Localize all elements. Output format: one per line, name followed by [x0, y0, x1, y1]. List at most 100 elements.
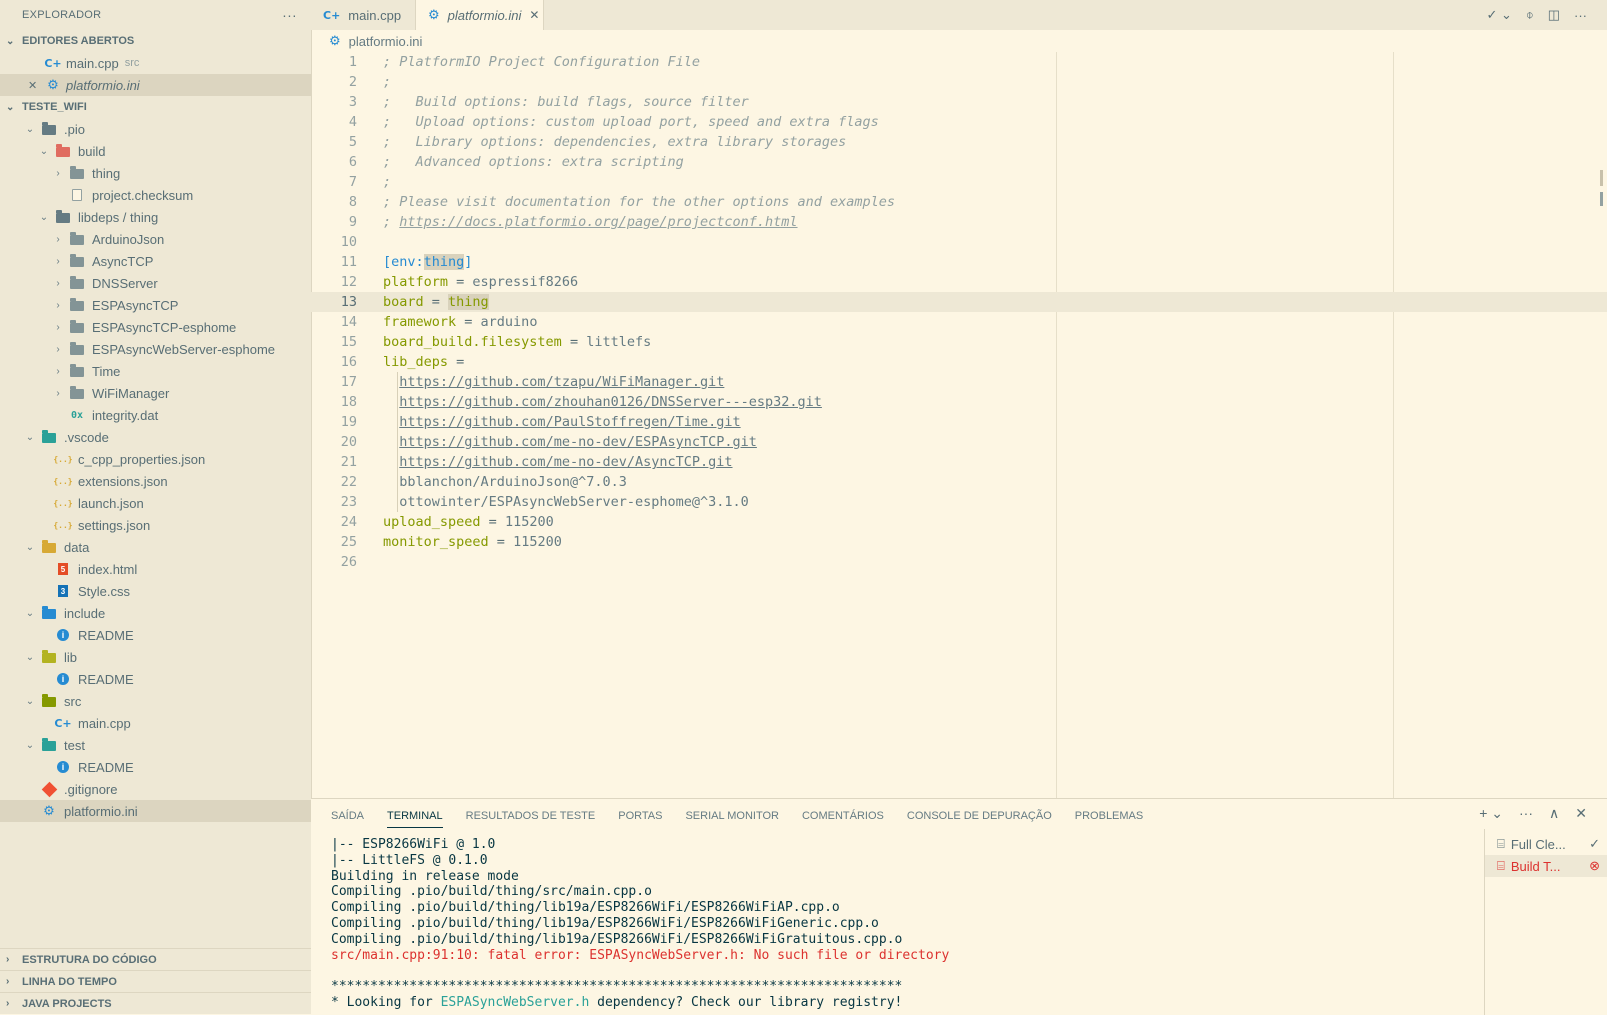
panel-tab[interactable]: PORTAS — [618, 803, 662, 827]
panel-tab[interactable]: CONSOLE DE DEPURAÇÃO — [907, 803, 1052, 827]
tree-item[interactable]: i README — [0, 756, 311, 778]
tree-item[interactable]: ⌄ data — [0, 536, 311, 558]
more-actions-icon[interactable]: ··· — [1519, 805, 1533, 822]
code-text: board_build.filesystem = littlefs — [357, 334, 651, 350]
split-editor-icon[interactable]: ◫ — [1548, 7, 1560, 23]
tree-item[interactable]: {..} c_cpp_properties.json — [0, 448, 311, 470]
terminal-link[interactable]: ESPASyncWebServer.h — [441, 995, 590, 1010]
folder-icon — [66, 298, 88, 311]
tree-item[interactable]: › ESPAsyncTCP-esphome — [0, 316, 311, 338]
close-panel-icon[interactable]: ✕ — [1575, 805, 1587, 822]
tab-platformio-ini[interactable]: ⚙ platformio.ini ✕ — [416, 0, 544, 30]
tree-item[interactable]: .gitignore — [0, 778, 311, 800]
tree-item[interactable]: ⌄ build — [0, 140, 311, 162]
tree-item[interactable]: 5 index.html — [0, 558, 311, 580]
tree-item[interactable]: › ArduinoJson — [0, 228, 311, 250]
tree-item[interactable]: 0x integrity.dat — [0, 404, 311, 426]
panel-tab[interactable]: COMENTÁRIOS — [802, 803, 884, 827]
tree-item[interactable]: › ESPAsyncTCP — [0, 294, 311, 316]
tree-item[interactable]: ⌄ libdeps / thing — [0, 206, 311, 228]
tree-item[interactable]: ⚙ platformio.ini — [0, 800, 311, 822]
terminal-item-label: Full Cle... — [1510, 836, 1566, 852]
panel-tab[interactable]: TERMINAL — [387, 803, 443, 828]
tree-item[interactable]: › ESPAsyncWebServer-esphome — [0, 338, 311, 360]
project-title: TESTE_WIFI — [22, 101, 87, 113]
tree-item[interactable]: › thing — [0, 162, 311, 184]
tree-item-label: project.checksum — [92, 187, 194, 203]
breadcrumb-file[interactable]: platformio.ini — [349, 34, 423, 49]
tree-item[interactable]: i README — [0, 624, 311, 646]
error-circle-icon: ⊗ — [1589, 858, 1600, 873]
tree-item[interactable]: ⌄ test — [0, 734, 311, 756]
tree-item[interactable]: {..} settings.json — [0, 514, 311, 536]
code-editor[interactable]: 1 ; PlatformIO Project Configuration File… — [311, 52, 1607, 798]
code-comment: ; Please visit documentation for the oth… — [383, 194, 896, 210]
tree-item[interactable]: ⌄ include — [0, 602, 311, 624]
terminal-line: Compiling .pio/build/thing/lib19a/ESP826… — [331, 915, 879, 931]
terminal-item-full-clean[interactable]: ⌸ Full Cle... ✓ — [1485, 833, 1607, 855]
tree-item-label: .vscode — [64, 429, 109, 445]
chevron-down-icon: ⌄ — [25, 651, 35, 663]
tree-item[interactable]: 3 Style.css — [0, 580, 311, 602]
outline-section[interactable]: › ESTRUTURA DO CÓDIGO — [0, 948, 311, 970]
code-text: monitor_speed = 115200 — [357, 534, 562, 550]
tree-item[interactable]: ⌄ .pio — [0, 118, 311, 140]
tree-item[interactable]: ⌄ lib — [0, 646, 311, 668]
panel-tab[interactable]: SAÍDA — [331, 803, 364, 827]
close-icon[interactable]: ✕ — [28, 79, 42, 92]
tree-item[interactable]: project.checksum — [0, 184, 311, 206]
maximize-panel-icon[interactable]: ∧ — [1549, 805, 1559, 822]
code-highlight: thing — [423, 254, 465, 270]
json-file-icon: {..} — [53, 498, 73, 508]
chevron-down-icon: ⌄ — [39, 211, 49, 223]
file-tree: ⌄ .pio ⌄ build › thing project.checksum ⌄ libdep… — [0, 118, 311, 822]
panel-tab[interactable]: SERIAL MONITOR — [685, 803, 779, 827]
line-number: 22 — [340, 474, 357, 490]
close-icon[interactable]: ✕ — [529, 8, 539, 22]
line-number: 12 — [340, 274, 357, 290]
code-operator: = — [488, 534, 514, 550]
tab-main-cpp[interactable]: C+ main.cpp — [311, 0, 416, 30]
tree-item[interactable]: C+ main.cpp — [0, 712, 311, 734]
tab-label: main.cpp — [348, 7, 402, 23]
chevron-down-icon: ⌄ — [25, 739, 35, 751]
java-projects-section[interactable]: › JAVA PROJECTS — [0, 992, 311, 1014]
chevron-down-icon: ⌄ — [25, 541, 35, 553]
folder-icon — [38, 738, 60, 751]
terminal-line: Compiling .pio/build/thing/lib19a/ESP826… — [331, 931, 903, 947]
terminal-output[interactable]: |-- ESP8266WiFi @ 1.0 |-- LittleFS @ 0.1.… — [331, 837, 1451, 1011]
tree-item[interactable]: › AsyncTCP — [0, 250, 311, 272]
panel-tab[interactable]: PROBLEMAS — [1075, 803, 1143, 827]
tree-item-label: DNSServer — [92, 275, 158, 291]
tree-item[interactable]: ⌄ .vscode — [0, 426, 311, 448]
breadcrumb[interactable]: ⚙ platformio.ini — [311, 30, 1607, 52]
tree-item[interactable]: › Time — [0, 360, 311, 382]
folder-icon — [66, 386, 88, 399]
line-number: 26 — [340, 554, 357, 570]
terminal-item-build[interactable]: ⌸ Build T... ⊗ — [1485, 855, 1607, 877]
more-actions-icon[interactable]: ··· — [1574, 8, 1587, 23]
new-terminal-icon[interactable]: + ⌄ — [1479, 805, 1503, 822]
timeline-section[interactable]: › LINHA DO TEMPO — [0, 970, 311, 992]
open-editor-platformio-ini[interactable]: ✕ ⚙ platformio.ini — [0, 74, 311, 96]
terminal-item-label: Build T... — [1510, 858, 1561, 874]
chevron-right-icon: › — [6, 954, 10, 965]
open-editor-main-cpp[interactable]: C+ main.cpp src — [0, 52, 311, 74]
tree-item[interactable]: i README — [0, 668, 311, 690]
tree-item[interactable]: {..} launch.json — [0, 492, 311, 514]
tree-item-label: main.cpp — [78, 715, 131, 731]
panel-tab[interactable]: RESULTADOS DE TESTE — [466, 803, 596, 827]
chevron-right-icon: › — [6, 998, 10, 1009]
tree-item[interactable]: {..} extensions.json — [0, 470, 311, 492]
tree-item[interactable]: › WiFiManager — [0, 382, 311, 404]
checkmark-icon[interactable]: ✓ ⌄ — [1486, 7, 1511, 23]
bottom-panel: SAÍDA TERMINAL RESULTADOS DE TESTE PORTAS SE… — [311, 798, 1607, 1015]
gear-icon: ⚙ — [43, 803, 55, 818]
plug-icon[interactable]: ⌽ — [1526, 7, 1534, 23]
open-editors-section[interactable]: ⌄ EDITORES ABERTOS — [0, 30, 311, 52]
project-section[interactable]: ⌄ TESTE_WIFI — [0, 96, 311, 118]
tree-item[interactable]: › DNSServer — [0, 272, 311, 294]
explorer-more-button[interactable]: ··· — [282, 7, 297, 23]
terminal-line: Building in release mode — [331, 868, 519, 884]
tree-item[interactable]: ⌄ src — [0, 690, 311, 712]
